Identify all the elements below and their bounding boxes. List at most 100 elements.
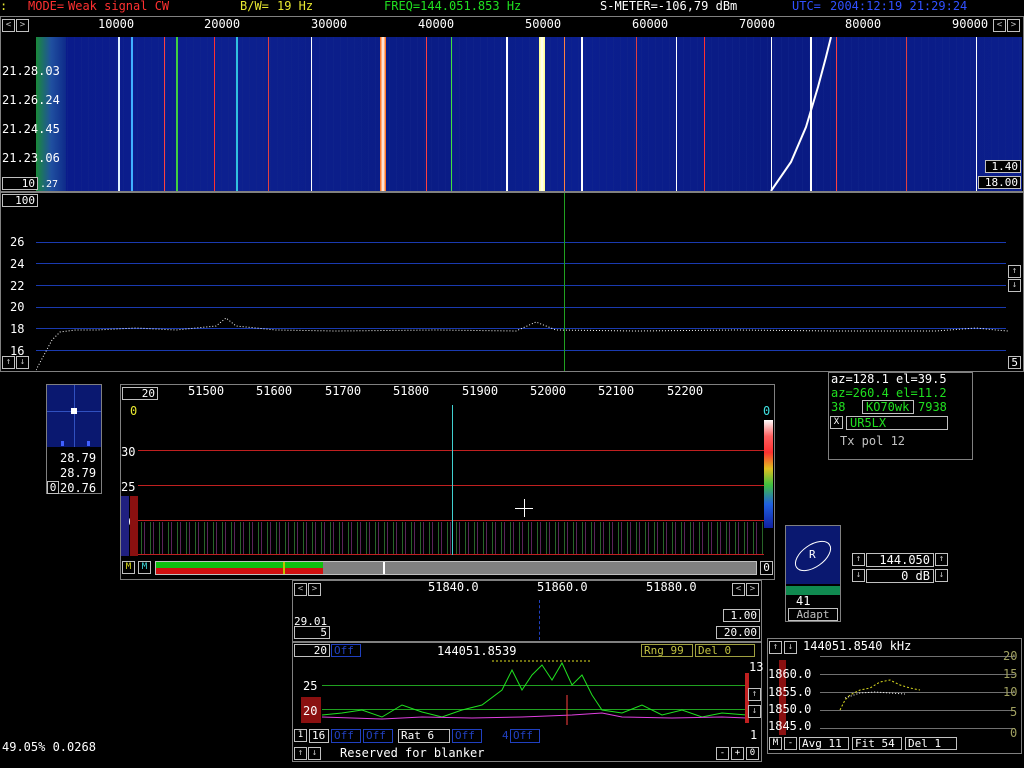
- cw-reserved-label: Reserved for blanker: [340, 746, 485, 760]
- spectrum-left-up-button[interactable]: ↑: [2, 356, 15, 369]
- adapt-button[interactable]: Adapt: [788, 608, 838, 621]
- high-res-slider-track[interactable]: [155, 561, 757, 575]
- scroll-left-button[interactable]: <: [2, 19, 15, 32]
- cw-right-top: 13: [749, 660, 764, 674]
- small-scope-value: 28.79: [60, 451, 97, 465]
- freq-plot-avg-field[interactable]: Avg 11: [799, 737, 849, 750]
- cw-trace: [322, 660, 747, 725]
- spectrum-right-box[interactable]: 5: [1008, 356, 1021, 369]
- cw-bottom-16[interactable]: 16: [309, 729, 329, 743]
- high-res-slider-red: [156, 568, 323, 574]
- cw-up2-button[interactable]: ↑: [294, 747, 307, 760]
- spectrum-down-button[interactable]: ↓: [1008, 279, 1021, 292]
- cw-rat-field[interactable]: Rat 6: [398, 729, 450, 743]
- baseband-right-button[interactable]: >: [308, 583, 321, 596]
- high-res-tick: 51800: [393, 384, 430, 398]
- spectrum-y-label: 26: [10, 235, 25, 249]
- scroll-right-button[interactable]: >: [16, 19, 29, 32]
- baseband-left-button-right[interactable]: <: [732, 583, 745, 596]
- bw-label: B/W=: [240, 0, 269, 13]
- locator-box[interactable]: KO70wk: [862, 400, 914, 414]
- freq-adj-down-right-button[interactable]: ↓: [935, 569, 948, 582]
- waterfall-gain-box[interactable]: 10: [2, 177, 38, 190]
- spectrum-scale-box[interactable]: 100: [2, 194, 38, 207]
- close-callsign-button[interactable]: X: [830, 416, 843, 429]
- small-scope-prefix-box[interactable]: 0: [47, 481, 59, 494]
- freq-plot-down-button[interactable]: ↓: [784, 641, 797, 654]
- high-res-noise-band: [138, 522, 764, 554]
- freq-plot-del-field[interactable]: Del 1: [905, 737, 957, 750]
- cw-plus-button[interactable]: +: [731, 747, 744, 760]
- freq-plot-right-label: 5: [1010, 705, 1018, 719]
- scroll-left-button-right[interactable]: <: [993, 19, 1006, 32]
- baseband-right-box[interactable]: 20.00: [716, 626, 760, 639]
- freq-plot-fit-field[interactable]: Fit 54: [852, 737, 902, 750]
- callsign-field[interactable]: UR5LX: [846, 416, 948, 430]
- high-res-m-button[interactable]: M: [122, 561, 135, 574]
- bw-value[interactable]: 19 Hz: [277, 0, 313, 13]
- cw-y-label-20: 20: [303, 704, 318, 718]
- waterfall-time-label: 21.28.03: [2, 64, 60, 78]
- high-res-bottom-right-box[interactable]: 0: [760, 561, 773, 575]
- baseband-marker: [539, 600, 540, 640]
- freq-adj-down-button[interactable]: ↓: [852, 569, 865, 582]
- waterfall-gain-suffix: .27: [40, 179, 59, 190]
- smeter-display: S-METER=-106,79 dBm: [600, 0, 738, 13]
- waterfall-image[interactable]: [36, 37, 1022, 191]
- freq-display[interactable]: FREQ=144.051.853 Hz: [384, 0, 521, 13]
- footer-status: 49.05% 0.0268: [2, 740, 96, 754]
- cw-off4-button[interactable]: Off: [452, 729, 482, 743]
- freq-plot-y-label: 1860.0: [768, 667, 812, 681]
- baseband-left-button[interactable]: <: [294, 583, 307, 596]
- scroll-right-button-right[interactable]: >: [1007, 19, 1020, 32]
- baseband-right-button-right[interactable]: >: [746, 583, 759, 596]
- cw-zero-button[interactable]: 0: [746, 747, 759, 760]
- high-res-m2-button[interactable]: M: [138, 561, 151, 574]
- freq-plot-readout: 144051.8540 kHz: [803, 639, 912, 653]
- pol-letter: R: [809, 548, 816, 561]
- high-res-tick: 51900: [462, 384, 499, 398]
- cw-off5-button[interactable]: Off: [510, 729, 540, 743]
- spectrum-y-label: 20: [10, 300, 25, 314]
- waterfall-right-bottom-box[interactable]: 18.00: [978, 176, 1021, 189]
- cw-up-button[interactable]: ↑: [748, 688, 761, 701]
- freq-plot-m-button[interactable]: M: [769, 737, 782, 750]
- waterfall-time-label: 21.24.45: [2, 122, 60, 136]
- high-res-slider-marker: [283, 562, 285, 574]
- cw-off2-button[interactable]: Off: [331, 729, 361, 743]
- cw-down2-button[interactable]: ↓: [308, 747, 321, 760]
- spectrum-y-label: 24: [10, 257, 25, 271]
- baseband-tick: 51860.0: [537, 580, 588, 594]
- freq-plot-up-button[interactable]: ↑: [769, 641, 782, 654]
- cw-bottom-1[interactable]: 1: [294, 729, 307, 742]
- waterfall-right-top-box[interactable]: 1.40: [985, 160, 1021, 173]
- baseband-left-box[interactable]: 5: [294, 626, 330, 639]
- freq-adj-db[interactable]: 0 dB: [866, 569, 934, 583]
- freq-plot-minus-button[interactable]: -: [784, 737, 797, 750]
- pol-value: 41: [796, 594, 811, 608]
- cw-off3-button[interactable]: Off: [363, 729, 393, 743]
- spectrum-up-button[interactable]: ↑: [1008, 265, 1021, 278]
- freq-adj-up-right-button[interactable]: ↑: [935, 553, 948, 566]
- freq-adj-up-button[interactable]: ↑: [852, 553, 865, 566]
- high-res-scale-box[interactable]: 20: [122, 387, 158, 400]
- high-res-slider-handle[interactable]: [383, 562, 385, 574]
- freq-adj-freq[interactable]: 144.050: [866, 553, 934, 567]
- cw-down-button[interactable]: ↓: [748, 705, 761, 718]
- cw-right-bottom: 1: [750, 728, 758, 742]
- small-scope-value: 20.76: [60, 481, 97, 495]
- tx-pol-label: Tx pol 12: [840, 434, 906, 448]
- spectrum-left-down-button[interactable]: ↓: [16, 356, 29, 369]
- spectrum-y-label: 22: [10, 279, 25, 293]
- mode-label: MODE=: [28, 0, 65, 13]
- high-res-tick: 51700: [325, 384, 362, 398]
- spectrum-trace: [36, 317, 1008, 371]
- cw-minus-button[interactable]: -: [716, 747, 729, 760]
- high-res-gridline: [138, 554, 764, 555]
- mode-value[interactable]: Weak signal CW: [68, 0, 169, 13]
- waterfall-tick: 70000: [739, 17, 776, 31]
- waterfall-tick: 90000: [952, 17, 989, 31]
- freq-plot-gridline: [820, 656, 1015, 657]
- high-res-tick: 52000: [530, 384, 567, 398]
- baseband-right-top-box[interactable]: 1.00: [723, 609, 760, 622]
